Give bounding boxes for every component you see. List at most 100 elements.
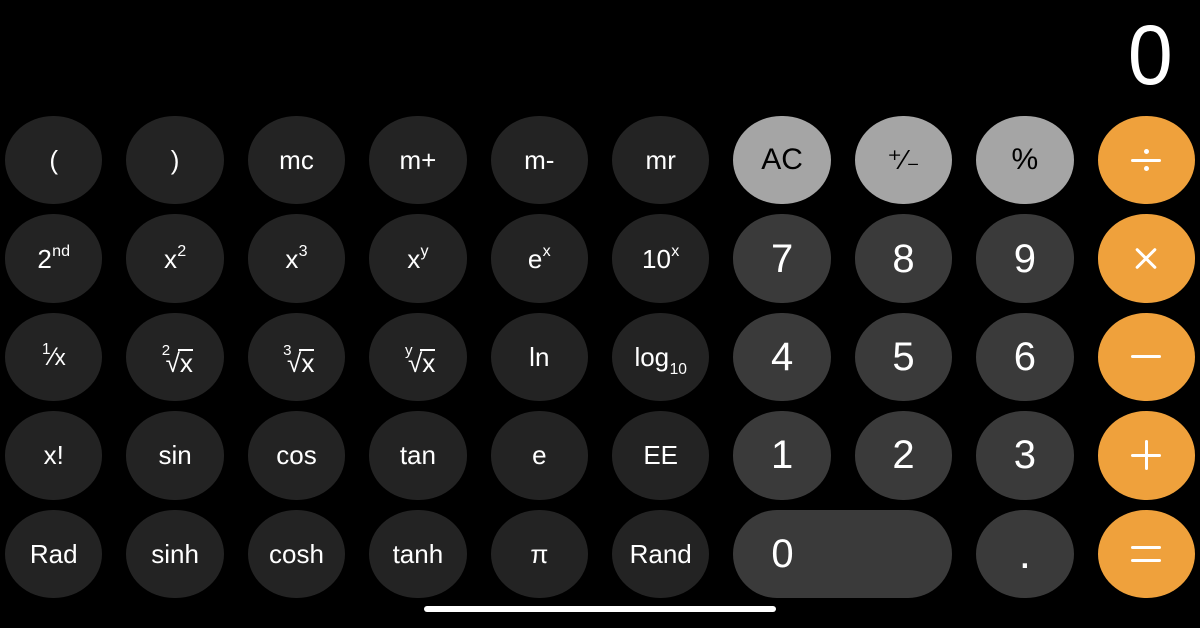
key-label: m-	[524, 145, 555, 176]
key-pi-constant[interactable]: π	[490, 509, 588, 598]
key-label: 2 √x	[161, 341, 193, 379]
key-power-y[interactable]: xy	[369, 214, 467, 303]
display-area: 0	[0, 0, 1200, 112]
key-square-root[interactable]: 2 √x	[126, 312, 224, 402]
key-sine[interactable]: sin	[126, 411, 224, 500]
key-label: log10	[634, 341, 687, 379]
key-label: 1	[770, 433, 794, 478]
key-label	[1131, 355, 1162, 359]
key-hyperbolic-sine[interactable]: sinh	[126, 509, 224, 598]
key-label: tan	[399, 440, 436, 471]
key-tangent[interactable]: tan	[369, 411, 467, 500]
key-exp-ten[interactable]: 10x	[612, 214, 710, 303]
key-memory-recall[interactable]: mr	[612, 116, 710, 205]
key-random[interactable]: Rand	[612, 509, 710, 598]
key-label: 3 √x	[283, 341, 315, 379]
key-label: 8	[892, 236, 915, 281]
key-label: Rand	[629, 538, 692, 569]
key-hyperbolic-cosine[interactable]: cosh	[247, 509, 346, 598]
key-label: 2nd	[37, 242, 71, 274]
key-label: x2	[163, 242, 187, 274]
key-label: %	[1011, 143, 1039, 177]
key-label: 2	[892, 433, 915, 478]
key-label: xy	[407, 242, 429, 274]
key-digit-9[interactable]: 9	[976, 214, 1074, 303]
key-memory-subtract[interactable]: m-	[490, 116, 588, 205]
key-digit-4[interactable]: 4	[733, 312, 831, 402]
key-label: π	[530, 538, 549, 569]
key-digit-7[interactable]: 7	[733, 214, 831, 303]
key-label: y √x	[404, 341, 436, 379]
calculator-app: 0 () mc m+ m-mr AC ⁺⁄₋% 2nd x2 x3 xy ex 10x 7 8 9 1⁄x 2 √…	[0, 0, 1200, 628]
key-digit-8[interactable]: 8	[854, 214, 953, 303]
key-label	[1132, 245, 1160, 273]
display-value: 0	[1128, 8, 1173, 103]
key-memory-add[interactable]: m+	[369, 116, 467, 205]
key-label: 6	[1013, 334, 1037, 379]
key-label	[1131, 145, 1162, 175]
key-y-root[interactable]: y √x	[369, 312, 467, 402]
key-digit-6[interactable]: 6	[976, 312, 1074, 402]
key-label: 3	[1013, 433, 1037, 478]
key-square[interactable]: x2	[126, 214, 224, 303]
key-label	[1131, 440, 1162, 471]
key-digit-2[interactable]: 2	[854, 411, 953, 500]
key-label: 10x	[642, 242, 680, 274]
home-indicator	[424, 606, 776, 612]
key-scientific-notation[interactable]: EE	[612, 411, 710, 500]
key-euler-constant[interactable]: e	[490, 411, 588, 500]
keypad: () mc m+ m-mr AC ⁺⁄₋% 2nd x2 x3 xy ex 10x 7 8 9 1⁄x 2 √x 3…	[5, 116, 1195, 598]
key-digit-3[interactable]: 3	[976, 411, 1074, 500]
key-add[interactable]	[1097, 411, 1195, 500]
key-label: x3	[285, 242, 308, 274]
key-label: 4	[770, 334, 794, 379]
key-label: .	[1018, 528, 1031, 578]
key-digit-0[interactable]: 0	[733, 509, 953, 598]
key-log-base-ten[interactable]: log10	[612, 312, 710, 402]
key-factorial[interactable]: x!	[5, 411, 103, 500]
key-sign-toggle[interactable]: ⁺⁄₋	[854, 116, 953, 205]
key-subtract[interactable]	[1097, 312, 1195, 402]
key-digit-5[interactable]: 5	[854, 312, 953, 402]
key-label: cosh	[269, 538, 324, 569]
key-digit-1[interactable]: 1	[733, 411, 831, 500]
key-decimal-point[interactable]: .	[976, 509, 1074, 598]
key-reciprocal[interactable]: 1⁄x	[5, 312, 103, 402]
key-open-paren[interactable]: (	[5, 116, 103, 205]
key-label: ln	[529, 341, 550, 372]
key-cosine[interactable]: cos	[247, 411, 346, 500]
key-close-paren[interactable]: )	[126, 116, 224, 205]
key-exp-e[interactable]: ex	[490, 214, 588, 303]
key-cube[interactable]: x3	[247, 214, 346, 303]
key-radian-toggle[interactable]: Rad	[5, 509, 103, 598]
key-label: 9	[1013, 236, 1037, 281]
key-label: 0	[771, 531, 794, 576]
key-label: mc	[279, 145, 314, 176]
key-label: 5	[892, 334, 915, 379]
key-hyperbolic-tangent[interactable]: tanh	[369, 509, 467, 598]
key-label: (	[49, 145, 59, 176]
key-label: EE	[643, 440, 679, 471]
key-label: x!	[43, 440, 64, 471]
key-divide[interactable]	[1097, 116, 1195, 205]
key-label: mr	[645, 145, 676, 176]
key-label: m+	[399, 145, 437, 176]
key-second-function[interactable]: 2nd	[5, 214, 103, 303]
key-label	[1131, 545, 1162, 562]
key-cube-root[interactable]: 3 √x	[247, 312, 346, 402]
key-label: ex	[527, 242, 551, 274]
key-label: )	[170, 145, 180, 176]
key-label: AC	[761, 143, 803, 177]
key-label: sinh	[151, 538, 199, 569]
key-label: cos	[276, 440, 317, 471]
key-label: tanh	[392, 538, 444, 569]
key-natural-log[interactable]: ln	[490, 312, 588, 402]
key-memory-clear[interactable]: mc	[247, 116, 346, 205]
key-label: ⁺⁄₋	[887, 144, 920, 176]
key-label: sin	[158, 440, 192, 471]
key-label: 7	[770, 236, 794, 281]
key-percent[interactable]: %	[976, 116, 1074, 205]
key-equals[interactable]	[1097, 509, 1195, 598]
key-all-clear[interactable]: AC	[733, 116, 831, 205]
key-multiply[interactable]	[1097, 214, 1195, 303]
